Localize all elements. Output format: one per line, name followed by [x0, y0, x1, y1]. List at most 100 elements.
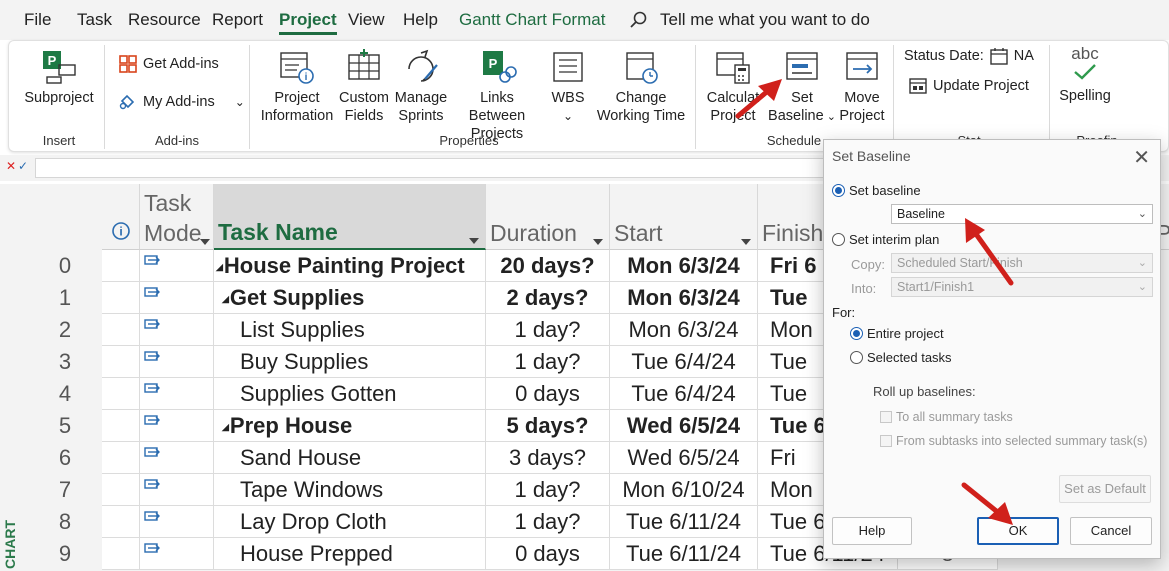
- indicator-cell[interactable]: [102, 442, 140, 474]
- menu-help[interactable]: Help: [403, 10, 438, 30]
- help-button[interactable]: Help: [832, 517, 912, 545]
- duration-cell[interactable]: 2 days?: [486, 282, 610, 314]
- cancel-button[interactable]: Cancel: [1070, 517, 1152, 545]
- set-as-default-button[interactable]: Set as Default: [1059, 475, 1151, 503]
- task-name-cell[interactable]: ◢House Painting Project: [214, 250, 486, 282]
- start-cell[interactable]: Mon 6/3/24: [610, 282, 758, 314]
- start-cell[interactable]: Mon 6/10/24: [610, 474, 758, 506]
- menu-file[interactable]: File: [24, 10, 51, 30]
- start-cell[interactable]: Mon 6/3/24: [610, 250, 758, 282]
- tell-me-search[interactable]: Tell me what you want to do: [628, 8, 870, 32]
- indicator-cell[interactable]: [102, 506, 140, 538]
- duration-cell[interactable]: 5 days?: [486, 410, 610, 442]
- header-indicators[interactable]: i: [102, 184, 140, 250]
- filter-arrow-icon[interactable]: [741, 239, 751, 245]
- start-cell[interactable]: Tue 6/4/24: [610, 378, 758, 410]
- move-project-button[interactable]: Move Project: [839, 47, 885, 125]
- wbs-button[interactable]: WBS ⌄: [547, 47, 589, 125]
- indicator-cell[interactable]: [102, 314, 140, 346]
- menu-project[interactable]: Project: [279, 10, 337, 35]
- task-mode-cell[interactable]: [140, 346, 214, 378]
- menu-gantt-chart-format[interactable]: Gantt Chart Format: [459, 10, 605, 30]
- into-select[interactable]: Start1/Finish1 ⌄: [891, 277, 1153, 297]
- get-addins-button[interactable]: Get Add-ins: [119, 55, 219, 73]
- to-all-summary-tasks-checkbox[interactable]: To all summary tasks: [880, 410, 1013, 424]
- collapse-triangle-icon[interactable]: ◢: [222, 294, 229, 304]
- task-mode-cell[interactable]: [140, 378, 214, 410]
- update-project-button[interactable]: Update Project: [909, 77, 1029, 95]
- duration-cell[interactable]: 0 days: [486, 378, 610, 410]
- links-between-projects-button[interactable]: P Links Between Projects: [451, 47, 543, 143]
- header-start[interactable]: Start: [610, 184, 758, 250]
- collapse-triangle-icon[interactable]: ◢: [216, 262, 223, 272]
- task-mode-cell[interactable]: [140, 314, 214, 346]
- subproject-button[interactable]: P Subproject: [23, 47, 95, 107]
- task-mode-cell[interactable]: [140, 474, 214, 506]
- menu-view[interactable]: View: [348, 10, 385, 30]
- indicator-cell[interactable]: [102, 282, 140, 314]
- task-mode-cell[interactable]: [140, 282, 214, 314]
- status-date-button[interactable]: Status Date: NA: [904, 47, 1034, 65]
- entire-project-radio[interactable]: Entire project: [850, 326, 944, 341]
- task-name-cell[interactable]: ◢Get Supplies: [214, 282, 486, 314]
- custom-fields-button[interactable]: Custom Fields: [339, 47, 389, 125]
- menu-report[interactable]: Report: [212, 10, 263, 30]
- change-working-time-button[interactable]: Change Working Time: [595, 47, 687, 125]
- filter-arrow-icon[interactable]: [593, 239, 603, 245]
- filter-arrow-icon[interactable]: [469, 238, 479, 244]
- duration-cell[interactable]: 3 days?: [486, 442, 610, 474]
- task-name-cell[interactable]: Lay Drop Cloth: [214, 506, 486, 538]
- header-task-name[interactable]: Task Name: [214, 184, 486, 250]
- duration-cell[interactable]: 1 day?: [486, 346, 610, 378]
- duration-cell[interactable]: 1 day?: [486, 314, 610, 346]
- task-mode-cell[interactable]: [140, 506, 214, 538]
- my-addins-button[interactable]: My Add-ins ⌄: [119, 93, 245, 111]
- filter-arrow-icon[interactable]: [200, 239, 210, 245]
- entry-input[interactable]: [35, 158, 835, 178]
- menu-task[interactable]: Task: [77, 10, 112, 30]
- task-mode-cell[interactable]: [140, 442, 214, 474]
- menu-resource[interactable]: Resource: [128, 10, 201, 30]
- task-name-cell[interactable]: List Supplies: [214, 314, 486, 346]
- start-cell[interactable]: Tue 6/4/24: [610, 346, 758, 378]
- header-task-mode[interactable]: Task Mode: [140, 184, 214, 250]
- start-cell[interactable]: Mon 6/3/24: [610, 314, 758, 346]
- from-subtasks-checkbox[interactable]: From subtasks into selected summary task…: [880, 434, 1147, 448]
- task-mode-cell[interactable]: [140, 250, 214, 282]
- project-information-button[interactable]: i Project Information: [257, 47, 337, 125]
- calculate-project-button[interactable]: Calculat Project: [703, 47, 763, 125]
- set-baseline-button[interactable]: Set Baseline ⌄: [767, 47, 837, 126]
- indicator-cell[interactable]: [102, 474, 140, 506]
- indicator-cell[interactable]: [102, 378, 140, 410]
- task-name-cell[interactable]: House Prepped: [214, 538, 486, 570]
- cancel-entry-icon[interactable]: ✕: [6, 159, 16, 173]
- indicator-cell[interactable]: [102, 346, 140, 378]
- collapse-triangle-icon[interactable]: ◢: [222, 422, 229, 432]
- indicator-cell[interactable]: [102, 538, 140, 570]
- selected-tasks-radio[interactable]: Selected tasks: [850, 350, 952, 365]
- duration-cell[interactable]: 20 days?: [486, 250, 610, 282]
- task-name-cell[interactable]: Supplies Gotten: [214, 378, 486, 410]
- duration-cell[interactable]: 0 days: [486, 538, 610, 570]
- close-icon[interactable]: ✕: [1133, 145, 1150, 170]
- confirm-entry-icon[interactable]: ✓: [18, 159, 28, 173]
- copy-select[interactable]: Scheduled Start/Finish ⌄: [891, 253, 1153, 273]
- ok-button[interactable]: OK: [977, 517, 1059, 545]
- task-name-cell[interactable]: ◢Prep House: [214, 410, 486, 442]
- start-cell[interactable]: Wed 6/5/24: [610, 410, 758, 442]
- task-name-cell[interactable]: Sand House: [214, 442, 486, 474]
- spelling-button[interactable]: abc Spelling: [1055, 45, 1115, 105]
- start-cell[interactable]: Tue 6/11/24: [610, 538, 758, 570]
- chevron-down-icon[interactable]: ⌄: [235, 95, 245, 109]
- set-interim-plan-radio[interactable]: Set interim plan: [832, 232, 939, 247]
- task-name-cell[interactable]: Tape Windows: [214, 474, 486, 506]
- start-cell[interactable]: Tue 6/11/24: [610, 506, 758, 538]
- header-duration[interactable]: Duration: [486, 184, 610, 250]
- baseline-select[interactable]: Baseline ⌄: [891, 204, 1153, 224]
- duration-cell[interactable]: 1 day?: [486, 474, 610, 506]
- indicator-cell[interactable]: [102, 410, 140, 442]
- manage-sprints-button[interactable]: Manage Sprints: [393, 47, 449, 125]
- start-cell[interactable]: Wed 6/5/24: [610, 442, 758, 474]
- indicator-cell[interactable]: [102, 250, 140, 282]
- set-baseline-radio[interactable]: Set baseline: [832, 183, 921, 198]
